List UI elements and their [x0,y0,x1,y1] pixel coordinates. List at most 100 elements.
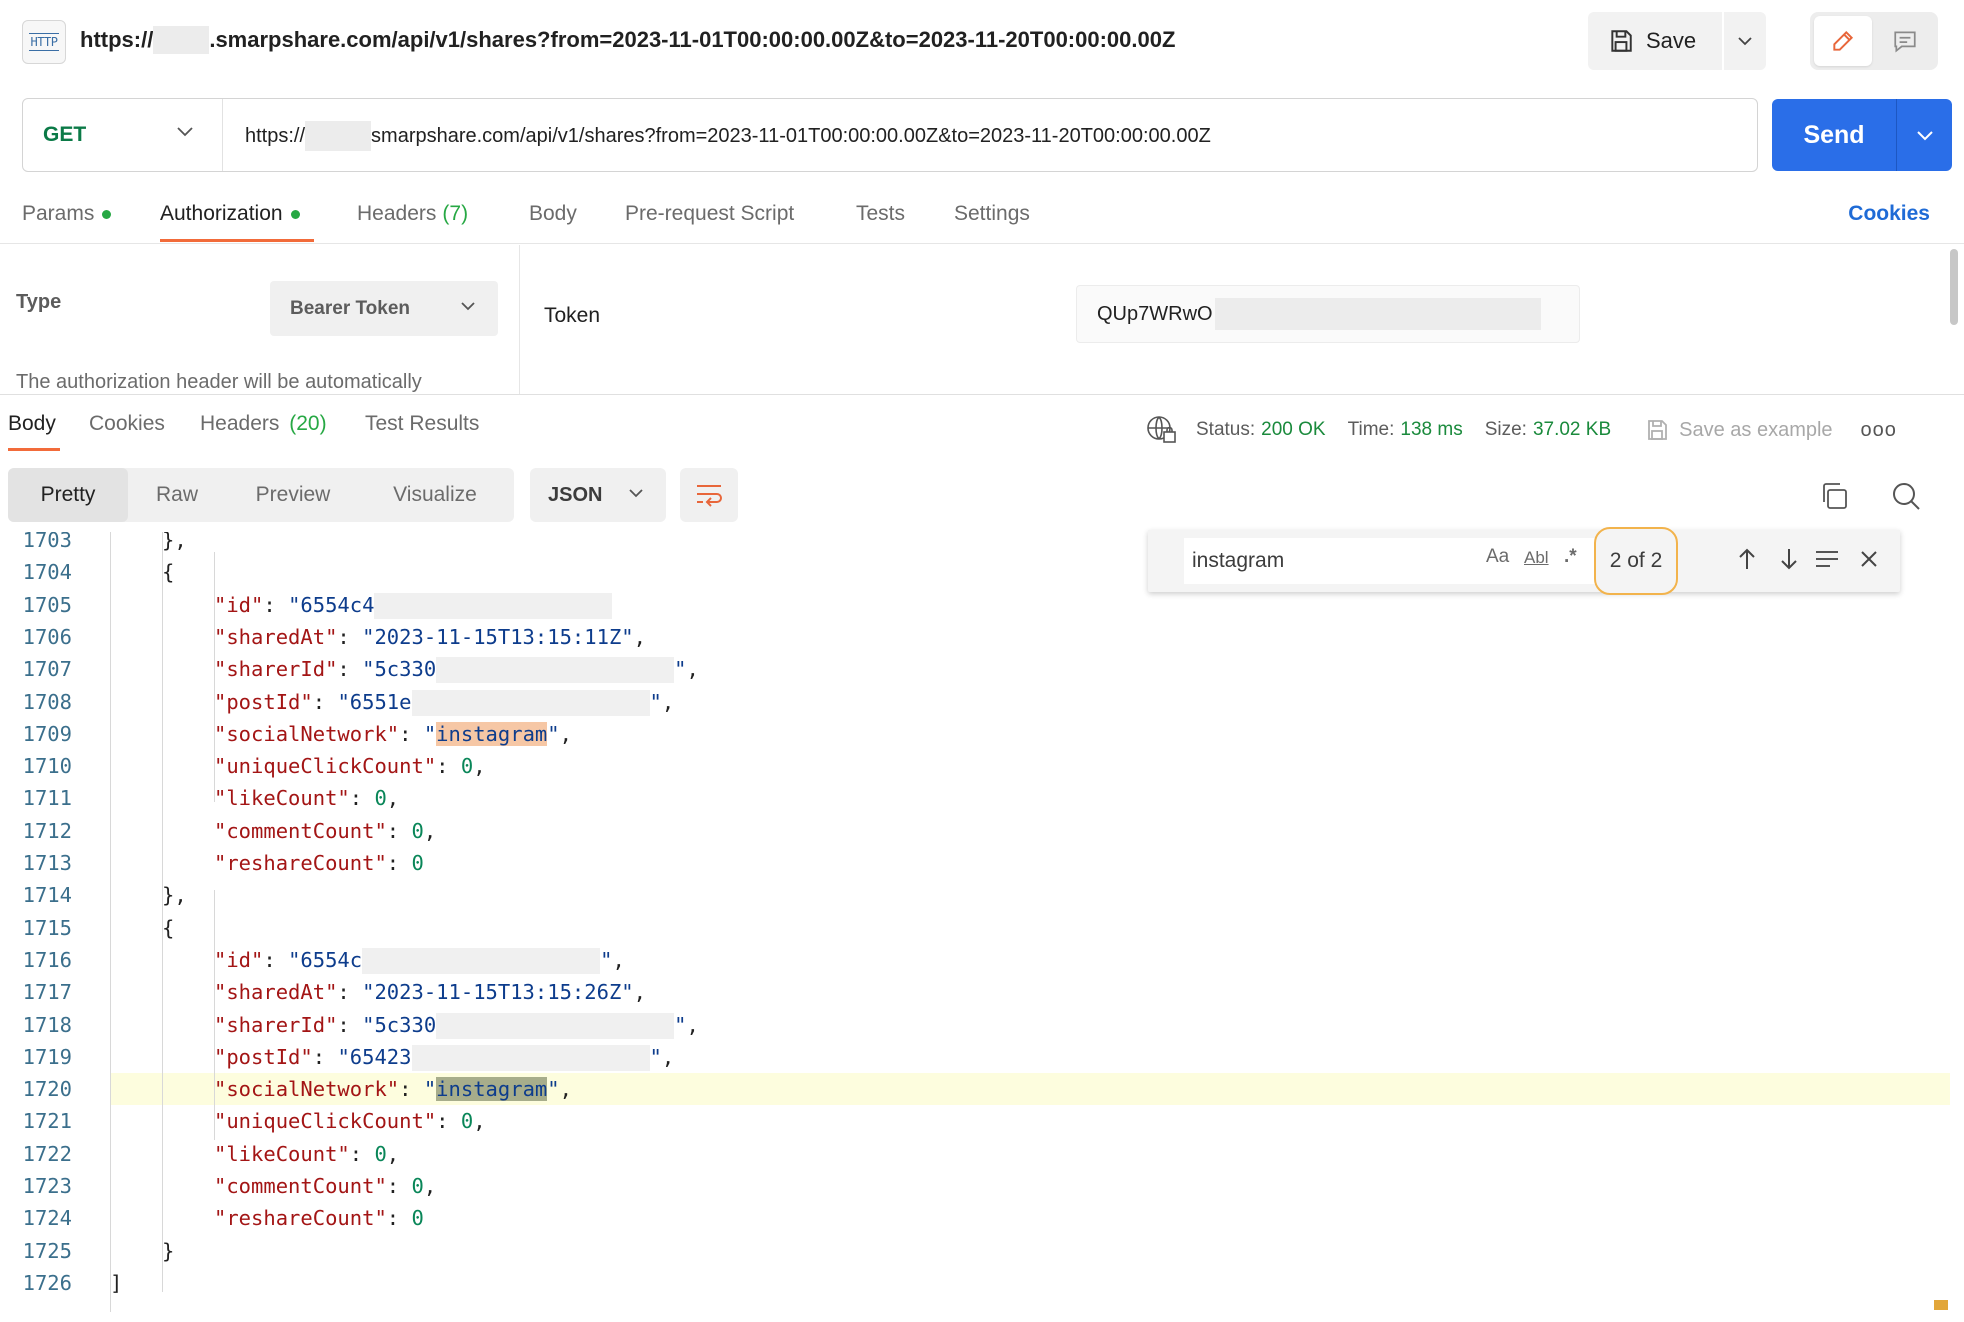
previous-match-button[interactable] [1732,544,1762,574]
request-tabs: Params Authorization Headers (7) Body Pr… [0,196,1964,244]
code-line[interactable]: 1726] [0,1267,1950,1299]
copy-button[interactable] [1818,480,1850,512]
view-pretty[interactable]: Pretty [8,468,128,522]
line-number: 1720 [22,1077,72,1102]
response-tab-headers[interactable]: Headers (20) [200,412,327,436]
json-key: "id" [214,947,264,972]
response-tab-test-results[interactable]: Test Results [365,412,479,436]
line-number: 1726 [22,1270,72,1295]
status-label: Status: [1196,419,1256,440]
search-button[interactable] [1890,480,1922,512]
search-match: instagram [436,721,548,746]
code-line[interactable]: 1712 "commentCount": 0, [0,815,1950,847]
tab-authorization[interactable]: Authorization [160,202,300,226]
time-value[interactable]: 138 ms [1400,419,1462,441]
response-tab-body[interactable]: Body [8,412,56,436]
tab-tests[interactable]: Tests [856,202,905,226]
save-as-example-button[interactable]: Save as example [1645,418,1833,442]
cookies-link[interactable]: Cookies [1848,202,1930,226]
code-text: "sharedAt": "2023-11-15T13:15:11Z", [214,621,646,653]
code-line[interactable]: 1709 "socialNetwork": "instagram", [0,718,1950,750]
auth-type-select[interactable]: Bearer Token [270,281,498,336]
json-punctuation: , [559,1077,572,1102]
response-tab-cookies[interactable]: Cookies [89,412,165,436]
auth-description: The authorization header will be automat… [16,371,422,393]
code-line[interactable]: 1718 "sharerId": "5c330 ", [0,1009,1950,1041]
size-value[interactable]: 37.02 KB [1533,419,1611,441]
tab-body[interactable]: Body [529,202,577,226]
code-line[interactable]: 1716 "id": "6554c ", [0,944,1950,976]
send-options-button[interactable] [1896,99,1952,171]
json-key: "sharerId" [214,657,338,682]
json-key: "reshareCount" [214,851,387,875]
code-line[interactable]: 1708 "postId": "6551e ", [0,686,1950,718]
comments-mode-button[interactable] [1876,16,1934,66]
status-value[interactable]: 200 OK [1261,419,1325,441]
more-options-button[interactable]: ooo [1861,419,1897,442]
response-meta: Status: 200 OK Time: 138 ms Size: 37.02 … [1146,408,1897,452]
line-number: 1716 [22,947,72,972]
indent-guide [214,552,215,802]
code-line[interactable]: 1719 "postId": "65423 ", [0,1041,1950,1073]
code-line[interactable]: 1723 "commentCount": 0, [0,1170,1950,1202]
json-punctuation: : [436,754,461,779]
tab-settings[interactable]: Settings [954,202,1030,226]
request-title[interactable]: https:// .smarpshare.com/api/v1/shares?f… [80,26,1175,54]
code-line[interactable]: 1707 "sharerId": "5c330 ", [0,653,1950,685]
view-preview[interactable]: Preview [226,468,360,522]
save-options-button[interactable] [1724,12,1766,70]
tab-params[interactable]: Params [22,202,112,226]
json-punctuation: , [612,947,625,972]
code-line[interactable]: 1720 "socialNetwork": "instagram", [23,1073,1950,1106]
code-text: ] [110,1267,122,1299]
format-select[interactable]: JSON [530,468,666,522]
response-body-editor[interactable]: 1703}, 1704 {1705 "id": "6554c4 1706 "sharedA… [0,532,1964,1312]
code-line[interactable]: 1713 "reshareCount": 0 [0,847,1950,879]
close-find-button[interactable] [1854,544,1884,574]
response-headers-count: (20) [289,412,327,435]
find-widget: instagram Aa Abl .* 2 of 2 [1148,527,1900,595]
url-input[interactable]: https:// smarpshare.com/api/v1/shares?fr… [245,121,1211,151]
code-line[interactable]: 1722 "likeCount": 0, [0,1138,1950,1170]
match-highlight: instagram [436,721,548,746]
json-punctuation: }, [162,532,187,552]
line-number: 1709 [22,721,72,746]
whole-word-toggle[interactable]: Abl [1524,548,1549,568]
json-punctuation: : [399,721,424,746]
send-button[interactable]: Send [1772,99,1896,171]
json-key: "sharedAt" [214,624,338,649]
code-line[interactable]: 1724 "reshareCount": 0 [0,1202,1950,1234]
regex-toggle[interactable]: .* [1564,546,1577,568]
wrap-lines-button[interactable] [680,468,738,522]
network-globe-icon[interactable] [1146,415,1178,445]
code-line[interactable]: 1710 "uniqueClickCount": 0, [0,750,1950,782]
code-line[interactable]: 1725} [0,1235,1950,1267]
tab-headers-label: Headers [357,202,437,225]
scrollbar[interactable] [1950,249,1958,325]
json-punctuation: : [337,1012,363,1037]
code-text: "reshareCount": 0 [214,847,424,879]
match-case-toggle[interactable]: Aa [1486,546,1509,568]
token-input[interactable]: QUp7WRwO [1076,285,1580,343]
json-key: "reshareCount" [214,1206,387,1231]
json-punctuation: , [473,754,486,779]
line-number: 1718 [22,1012,72,1037]
code-line[interactable]: 1706 "sharedAt": "2023-11-15T13:15:11Z", [0,621,1950,653]
view-visualize[interactable]: Visualize [360,468,510,522]
url-prefix: https:// [245,124,306,147]
json-punctuation: : [337,624,363,649]
edit-mode-button[interactable] [1814,16,1872,66]
view-raw[interactable]: Raw [128,468,226,522]
save-button[interactable]: Save [1588,12,1722,70]
next-match-button[interactable] [1774,544,1804,574]
code-line[interactable]: 1721 "uniqueClickCount": 0, [0,1105,1950,1137]
code-line[interactable]: 1717 "sharedAt": "2023-11-15T13:15:26Z", [0,976,1950,1008]
method-select[interactable]: GET [23,99,223,171]
tab-headers[interactable]: Headers (7) [357,202,468,226]
code-line[interactable]: 1714}, [0,879,1950,911]
line-number: 1724 [22,1206,72,1231]
find-in-selection-button[interactable] [1812,544,1842,574]
code-line[interactable]: 1711 "likeCount": 0, [0,782,1950,814]
code-line[interactable]: 1715 { [0,912,1950,944]
tab-pre-request-script[interactable]: Pre-request Script [625,202,794,226]
